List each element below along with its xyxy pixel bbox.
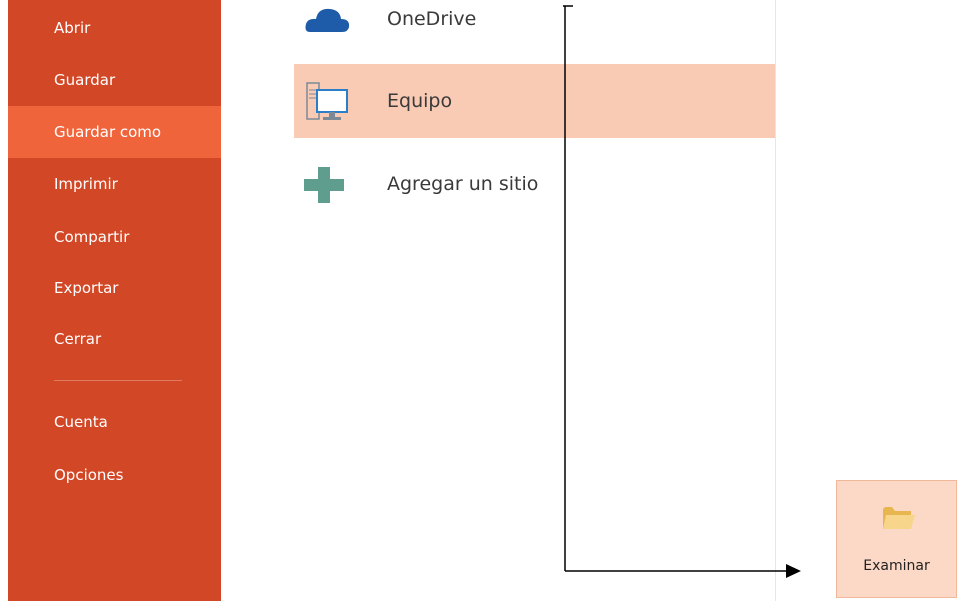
nav-item-label: Compartir <box>54 228 130 246</box>
place-label: OneDrive <box>387 8 477 30</box>
place-onedrive[interactable]: OneDrive <box>294 0 775 56</box>
computer-icon <box>304 81 352 128</box>
browse-label: Examinar <box>863 558 930 574</box>
nav-item-imprimir[interactable]: Imprimir <box>8 158 221 210</box>
folder-icon <box>882 505 916 536</box>
place-equipo[interactable]: Equipo <box>294 64 775 138</box>
nav-item-label: Guardar <box>54 71 116 89</box>
browse-button[interactable]: Examinar <box>836 480 957 598</box>
plus-icon <box>304 167 344 208</box>
nav-item-label: Opciones <box>54 466 124 484</box>
nav-item-label: Imprimir <box>54 175 118 193</box>
sidebar-divider <box>54 380 182 381</box>
nav-item-guardar[interactable]: Guardar <box>8 54 221 106</box>
nav-item-label: Guardar como <box>54 123 162 141</box>
nav-item-opciones[interactable]: Opciones <box>8 449 221 501</box>
nav-item-compartir[interactable]: Compartir <box>8 211 221 263</box>
place-label: Agregar un sitio <box>387 173 539 195</box>
backstage-sidebar: Abrir Guardar Guardar como Imprimir Comp… <box>8 0 221 601</box>
nav-item-exportar[interactable]: Exportar <box>8 262 221 314</box>
cloud-icon <box>304 2 350 39</box>
column-divider <box>775 0 776 601</box>
nav-item-label: Exportar <box>54 279 119 297</box>
nav-item-cerrar[interactable]: Cerrar <box>8 313 221 365</box>
place-label: Equipo <box>387 90 453 112</box>
nav-item-label: Cerrar <box>54 330 102 348</box>
place-agregar-sitio[interactable]: Agregar un sitio <box>294 147 775 221</box>
nav-item-label: Abrir <box>54 19 91 37</box>
nav-item-label: Cuenta <box>54 413 108 431</box>
nav-item-guardar-como[interactable]: Guardar como <box>8 106 221 158</box>
nav-item-abrir[interactable]: Abrir <box>8 2 221 54</box>
nav-item-cuenta[interactable]: Cuenta <box>8 396 221 448</box>
